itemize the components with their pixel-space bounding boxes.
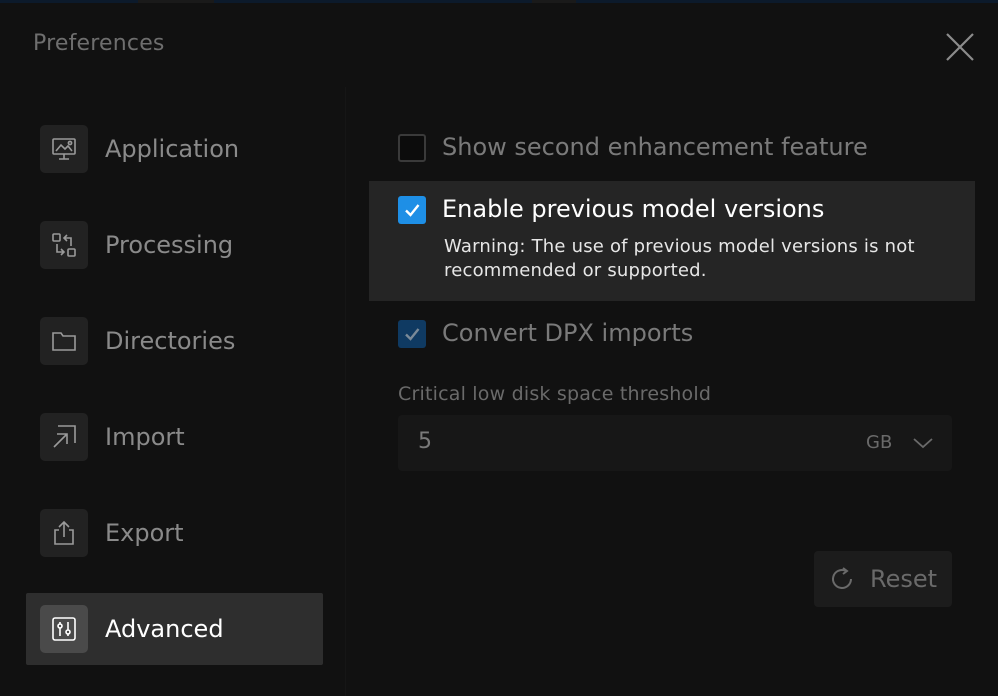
warning-text: Warning: The use of previous model versi…: [444, 236, 915, 281]
option-label: Enable previous model versions: [442, 195, 825, 223]
export-share-icon: [40, 509, 88, 557]
disk-threshold-label: Critical low disk space threshold: [398, 383, 712, 405]
swap-arrows-icon: [40, 221, 88, 269]
dialog-title: Preferences: [33, 31, 165, 56]
previous-model-versions-checkbox[interactable]: [398, 196, 426, 224]
disk-threshold-value: 5: [418, 429, 432, 454]
preferences-dialog: Preferences Application Processing Direc…: [0, 3, 998, 696]
sidebar-item-label: Advanced: [105, 615, 224, 643]
import-arrow-icon: [40, 413, 88, 461]
sidebar-item-label: Directories: [105, 327, 236, 355]
reset-button[interactable]: Reset: [814, 551, 952, 607]
chevron-down-icon: [913, 438, 933, 449]
sidebar-item-import[interactable]: Import: [26, 401, 323, 473]
sidebar-item-application[interactable]: Application: [26, 113, 323, 185]
sidebar-item-label: Import: [105, 423, 185, 451]
option-second-enhancement[interactable]: Show second enhancement feature: [369, 123, 975, 173]
option-label: Convert DPX imports: [442, 319, 694, 347]
sidebar-item-label: Application: [105, 135, 240, 163]
sidebar-item-label: Processing: [105, 231, 234, 259]
checkmark-icon: [405, 328, 420, 341]
option-convert-dpx[interactable]: Convert DPX imports: [369, 309, 975, 359]
close-icon: [946, 33, 974, 61]
sliders-icon: [40, 605, 88, 653]
close-button[interactable]: [940, 27, 980, 67]
folder-icon: [40, 317, 88, 365]
sidebar-item-directories[interactable]: Directories: [26, 305, 323, 377]
sidebar-item-label: Export: [105, 519, 184, 547]
second-enhancement-checkbox[interactable]: [398, 134, 426, 162]
checkmark-icon: [405, 204, 420, 217]
disk-threshold-select[interactable]: 5 GB: [398, 415, 952, 471]
sidebar: Application Processing Directories Impor…: [0, 87, 346, 696]
convert-dpx-checkbox[interactable]: [398, 320, 426, 348]
disk-threshold-unit: GB: [866, 432, 893, 453]
monitor-settings-icon: [40, 125, 88, 173]
reset-label: Reset: [870, 565, 938, 593]
sidebar-item-processing[interactable]: Processing: [26, 209, 323, 281]
advanced-settings-panel: Show second enhancement feature Enable p…: [347, 87, 998, 696]
option-previous-model-versions[interactable]: Enable previous model versions Warning: …: [369, 181, 975, 301]
reset-icon: [832, 567, 852, 589]
sidebar-item-export[interactable]: Export: [26, 497, 323, 569]
sidebar-item-advanced[interactable]: Advanced: [26, 593, 323, 665]
option-label: Show second enhancement feature: [442, 133, 868, 161]
